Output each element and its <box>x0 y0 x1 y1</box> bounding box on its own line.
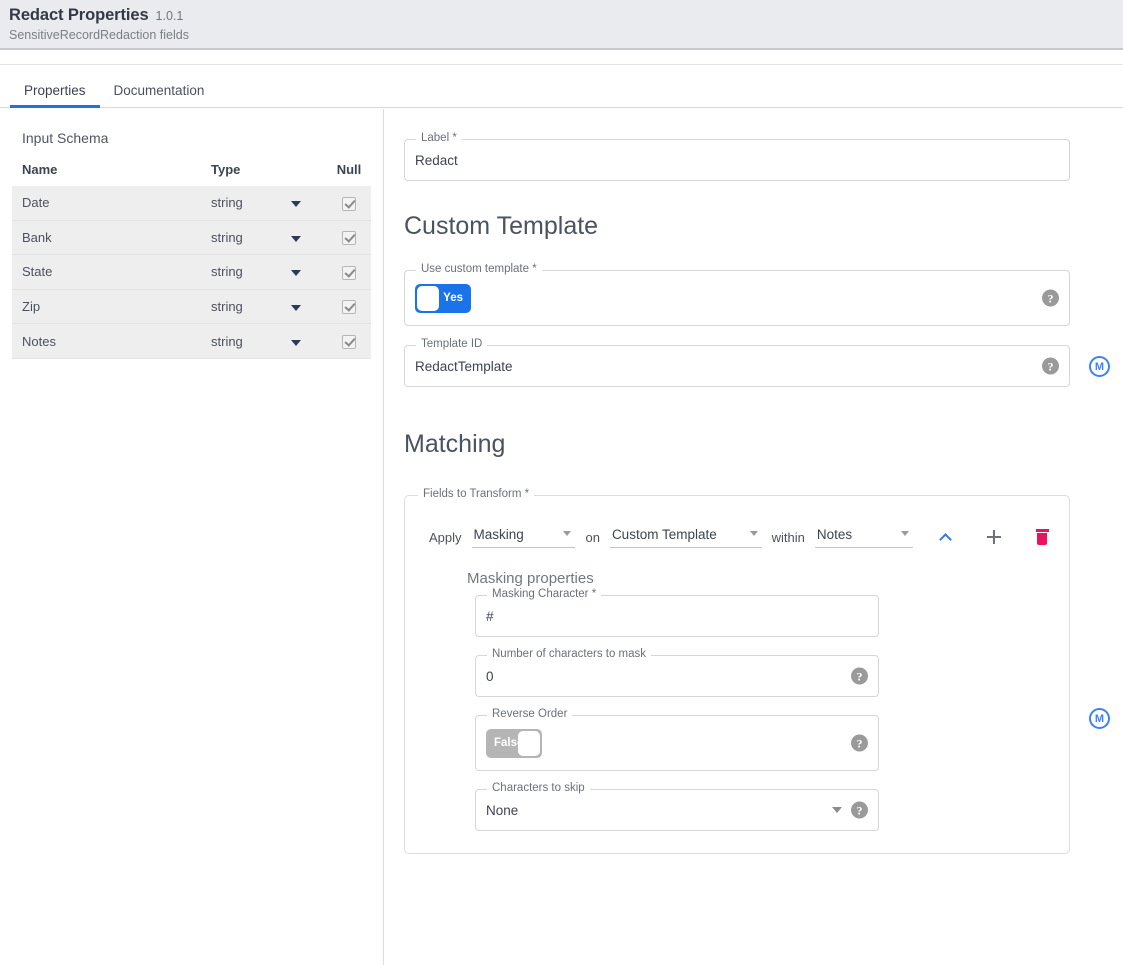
label-field-legend: Label * <box>416 132 462 144</box>
reverse-order-toggle[interactable]: False <box>486 729 542 758</box>
chevron-down-icon <box>563 531 571 536</box>
nullable-checkbox[interactable] <box>342 197 356 211</box>
matching-heading: Matching <box>404 430 1123 459</box>
help-icon[interactable]: ? <box>1042 358 1059 375</box>
transform-type-value: Masking <box>474 527 524 542</box>
trash-icon <box>1036 529 1049 545</box>
table-row[interactable]: Zip string <box>12 289 371 324</box>
table-row[interactable]: State string <box>12 255 371 290</box>
schema-field-type: string <box>211 220 291 255</box>
transform-field-value: Notes <box>817 527 852 542</box>
template-id-legend: Template ID <box>416 338 487 350</box>
use-custom-template-toggle[interactable]: Yes <box>415 284 471 313</box>
custom-template-heading: Custom Template <box>404 212 1123 241</box>
toggle-knob <box>417 286 439 311</box>
transform-target-value: Custom Template <box>612 527 717 542</box>
chevron-down-icon[interactable] <box>291 340 301 346</box>
within-label: within <box>772 530 805 545</box>
plugin-version: 1.0.1 <box>156 9 184 23</box>
template-id-value: RedactTemplate <box>415 359 513 374</box>
schema-field-type: string <box>211 255 291 290</box>
collapse-rule-button[interactable] <box>933 524 958 550</box>
chevron-down-icon[interactable] <box>291 305 301 311</box>
help-icon[interactable]: ? <box>851 802 868 819</box>
use-custom-template-field: Use custom template * Yes ? <box>404 270 1070 326</box>
reverse-order-legend: Reverse Order <box>487 708 572 720</box>
tab-documentation[interactable]: Documentation <box>100 84 219 108</box>
toggle-label: Yes <box>443 292 463 304</box>
page-title: Redact Properties <box>9 6 149 25</box>
chevron-down-icon[interactable] <box>291 236 301 242</box>
masking-character-legend: Masking Character * <box>487 588 601 600</box>
column-header-name: Name <box>12 158 211 186</box>
apply-label: Apply <box>429 530 462 545</box>
tab-bar: Properties Documentation <box>0 64 1123 108</box>
schema-field-type: string <box>211 186 291 220</box>
masking-properties-heading: Masking properties <box>467 570 1055 587</box>
schema-field-name: Zip <box>12 289 211 324</box>
characters-to-skip-value: None <box>486 803 518 818</box>
table-row[interactable]: Bank string <box>12 220 371 255</box>
label-field[interactable]: Label * Redact <box>404 139 1070 181</box>
input-schema-table: Name Type Null Date string Bank string <box>12 158 371 359</box>
transform-rule-row: Apply Masking on Custom Template within … <box>419 516 1055 554</box>
chevron-down-icon[interactable] <box>832 807 842 813</box>
content-area: Input Schema Name Type Null Date string <box>0 109 1123 965</box>
schema-field-name: Bank <box>12 220 211 255</box>
help-icon[interactable]: ? <box>1042 290 1059 307</box>
nullable-checkbox[interactable] <box>342 266 356 280</box>
tab-properties[interactable]: Properties <box>10 84 100 108</box>
input-schema-pane: Input Schema Name Type Null Date string <box>0 109 384 965</box>
characters-to-skip-legend: Characters to skip <box>487 782 590 794</box>
column-header-type: Type <box>211 158 291 186</box>
on-label: on <box>585 530 599 545</box>
macro-badge-fields-to-transform[interactable]: M <box>1089 708 1110 729</box>
label-field-value: Redact <box>415 153 458 168</box>
table-row[interactable]: Date string <box>12 186 371 220</box>
properties-form-pane: Label * Redact Custom Template Use custo… <box>384 109 1123 965</box>
template-id-field[interactable]: Template ID RedactTemplate ? <box>404 345 1070 387</box>
plugin-subtitle: SensitiveRecordRedaction fields <box>9 28 1123 42</box>
schema-field-name: Date <box>12 186 211 220</box>
number-of-characters-value: 0 <box>486 669 494 684</box>
table-row[interactable]: Notes string <box>12 324 371 359</box>
characters-to-skip-field[interactable]: Characters to skip None ? <box>475 789 879 831</box>
transform-field-select[interactable]: Notes <box>815 527 913 548</box>
masking-character-value: # <box>486 609 494 624</box>
nullable-checkbox[interactable] <box>342 231 356 245</box>
number-of-characters-legend: Number of characters to mask <box>487 648 651 660</box>
reverse-order-field: Reverse Order False ? <box>475 715 879 771</box>
help-icon[interactable]: ? <box>851 735 868 752</box>
transform-target-select[interactable]: Custom Template <box>610 527 762 548</box>
column-header-spacer <box>291 158 327 186</box>
chevron-up-icon <box>939 533 952 546</box>
chevron-down-icon <box>901 531 909 536</box>
use-custom-template-legend: Use custom template * <box>416 263 542 275</box>
masking-character-field[interactable]: Masking Character * # <box>475 595 879 637</box>
nullable-checkbox[interactable] <box>342 300 356 314</box>
schema-field-type: string <box>211 324 291 359</box>
table-header-row: Name Type Null <box>12 158 371 186</box>
help-icon[interactable]: ? <box>851 668 868 685</box>
plugin-title-row: Redact Properties 1.0.1 <box>9 6 1123 25</box>
schema-field-type: string <box>211 289 291 324</box>
macro-badge-template-id[interactable]: M <box>1089 356 1110 377</box>
fields-to-transform-card: Fields to Transform * Apply Masking on C… <box>404 495 1070 854</box>
delete-rule-button[interactable] <box>1030 524 1055 550</box>
schema-field-name: Notes <box>12 324 211 359</box>
column-header-null: Null <box>327 158 371 186</box>
number-of-characters-field[interactable]: Number of characters to mask 0 ? <box>475 655 879 697</box>
fields-to-transform-legend: Fields to Transform * <box>418 488 534 500</box>
plus-icon <box>987 530 1001 544</box>
toggle-knob <box>518 731 540 756</box>
plugin-header: Redact Properties 1.0.1 SensitiveRecordR… <box>0 0 1123 50</box>
transform-type-select[interactable]: Masking <box>472 527 576 548</box>
input-schema-title: Input Schema <box>22 130 371 146</box>
add-rule-button[interactable] <box>981 524 1006 550</box>
chevron-down-icon[interactable] <box>291 270 301 276</box>
nullable-checkbox[interactable] <box>342 335 356 349</box>
chevron-down-icon[interactable] <box>291 201 301 207</box>
chevron-down-icon <box>750 531 758 536</box>
schema-field-name: State <box>12 255 211 290</box>
